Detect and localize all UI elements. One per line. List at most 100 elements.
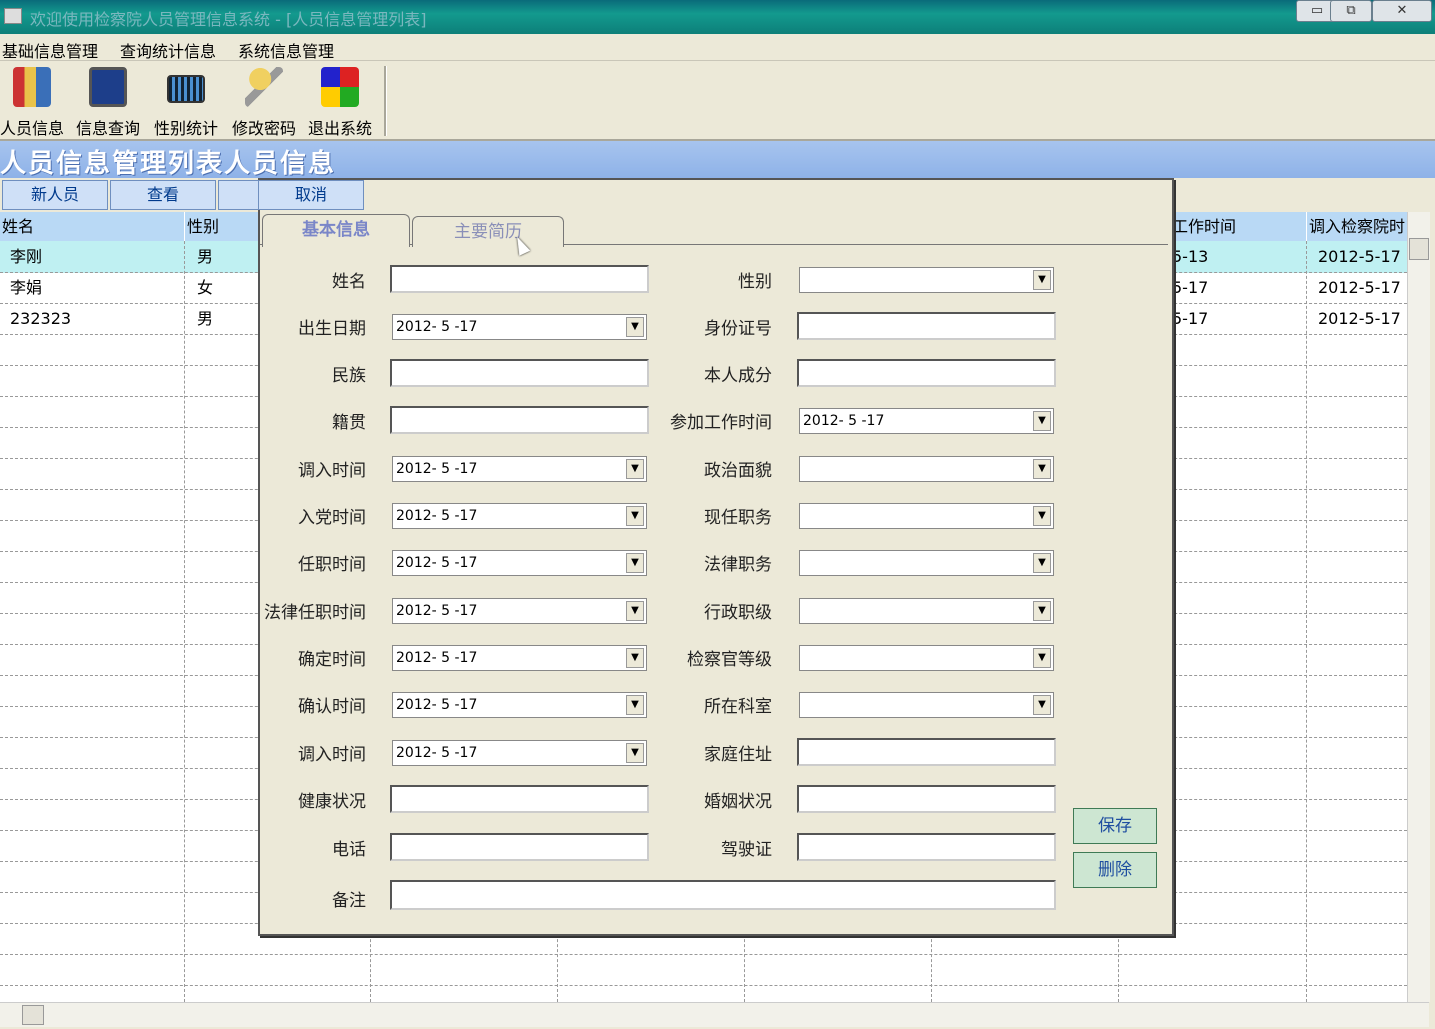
toolbar-people-info[interactable]: 人员信息 <box>0 61 68 139</box>
calculator-icon <box>167 75 205 103</box>
horizontal-scrollbar[interactable] <box>0 1002 1429 1027</box>
chevron-down-icon[interactable]: ▼ <box>626 743 644 763</box>
chevron-down-icon[interactable]: ▼ <box>1033 553 1051 573</box>
tab-basic-info[interactable]: 基本信息 <box>262 214 410 247</box>
toolbar-exit-system[interactable]: 退出系统 <box>302 61 376 139</box>
text-field[interactable] <box>390 265 649 293</box>
date-picker[interactable]: 2012- 5 -17 ▼ <box>799 408 1054 434</box>
dropdown-select[interactable]: ▼ <box>799 550 1054 576</box>
date-picker[interactable]: 2012- 5 -17 ▼ <box>392 740 647 766</box>
field-value: 2012- 5 -17 <box>396 555 478 571</box>
sql-query-icon <box>89 67 127 107</box>
column-header-work-time[interactable]: 工作时间 <box>1170 212 1307 241</box>
dropdown-select[interactable]: ▼ <box>799 598 1054 624</box>
cell-join-date: 2012-5-17 <box>1318 278 1401 297</box>
chevron-down-icon[interactable]: ▼ <box>1033 270 1051 290</box>
chevron-down-icon[interactable]: ▼ <box>626 459 644 479</box>
field-label: 家庭住址 <box>704 745 772 765</box>
text-field[interactable] <box>390 359 649 387</box>
field-label: 籍贯 <box>332 413 366 433</box>
text-field[interactable] <box>797 785 1056 813</box>
field-label: 参加工作时间 <box>670 413 772 433</box>
field-value: 2012- 5 -17 <box>396 697 478 713</box>
text-field[interactable] <box>797 312 1056 340</box>
cancel-button[interactable]: 取消 <box>258 180 364 210</box>
field-value: 2012- 5 -17 <box>396 461 478 477</box>
column-header-name[interactable]: 姓名 <box>0 212 185 241</box>
text-field[interactable] <box>797 359 1056 387</box>
text-field[interactable] <box>797 833 1056 861</box>
date-picker[interactable]: 2012- 5 -17 ▼ <box>392 645 647 671</box>
menu-query-stats[interactable]: 查询统计信息 <box>120 38 216 62</box>
remark-input[interactable] <box>390 880 1056 910</box>
chevron-down-icon[interactable]: ▼ <box>1033 411 1051 431</box>
toolbar-label: 退出系统 <box>307 119 372 138</box>
date-picker[interactable]: 2012- 5 -17 ▼ <box>392 598 647 624</box>
dropdown-select[interactable]: ▼ <box>799 456 1054 482</box>
app-icon[interactable] <box>4 8 22 24</box>
text-field[interactable] <box>797 738 1056 766</box>
cell-join-date: 2012-5-17 <box>1318 309 1401 328</box>
field-label: 法律任职时间 <box>264 603 366 623</box>
field-label: 任职时间 <box>298 555 366 575</box>
chevron-down-icon[interactable]: ▼ <box>1033 695 1051 715</box>
tab-panel-basic-info <box>260 244 1168 931</box>
dropdown-select[interactable]: ▼ <box>799 267 1054 293</box>
date-picker[interactable]: 2012- 5 -17 ▼ <box>392 550 647 576</box>
chevron-down-icon[interactable]: ▼ <box>1033 601 1051 621</box>
chevron-down-icon[interactable]: ▼ <box>626 506 644 526</box>
save-button[interactable]: 保存 <box>1073 808 1157 844</box>
field-label: 现任职务 <box>704 508 772 528</box>
field-label: 确定时间 <box>298 650 366 670</box>
empty-table-row <box>0 985 1407 1002</box>
toolbar-info-query[interactable]: 信息查询 <box>70 61 144 139</box>
chevron-down-icon[interactable]: ▼ <box>626 601 644 621</box>
cell-work-time: 5-17 <box>1172 278 1209 297</box>
chevron-down-icon[interactable]: ▼ <box>626 553 644 573</box>
date-picker[interactable]: 2012- 5 -17 ▼ <box>392 314 647 340</box>
close-button[interactable]: ✕ <box>1372 0 1432 22</box>
column-header-gender[interactable]: 性别 <box>185 212 258 241</box>
text-field[interactable] <box>390 833 649 861</box>
field-label: 驾驶证 <box>721 840 772 860</box>
chevron-down-icon[interactable]: ▼ <box>626 317 644 337</box>
toolbar-change-password[interactable]: 修改密码 <box>226 61 300 139</box>
dropdown-select[interactable]: ▼ <box>799 503 1054 529</box>
date-picker[interactable]: 2012- 5 -17 ▼ <box>392 456 647 482</box>
column-header-join-date[interactable]: 调入检察院时 <box>1307 212 1407 241</box>
field-label: 法律职务 <box>704 555 772 575</box>
tab-main-resume[interactable]: 主要简历 <box>412 216 564 247</box>
date-picker[interactable]: 2012- 5 -17 ▼ <box>392 503 647 529</box>
text-field[interactable] <box>390 785 649 813</box>
delete-button[interactable]: 删除 <box>1073 852 1157 888</box>
dropdown-select[interactable]: ▼ <box>799 692 1054 718</box>
chevron-down-icon[interactable]: ▼ <box>1033 459 1051 479</box>
field-label: 性别 <box>738 272 772 292</box>
restore-button[interactable]: ⧉ <box>1330 0 1372 22</box>
cell-name: 232323 <box>10 309 72 328</box>
vertical-scroll-thumb[interactable] <box>1409 238 1429 260</box>
people-icon <box>13 67 51 107</box>
text-field[interactable] <box>390 406 649 434</box>
chevron-down-icon[interactable]: ▼ <box>626 695 644 715</box>
chevron-down-icon[interactable]: ▼ <box>1033 506 1051 526</box>
vertical-scrollbar[interactable] <box>1407 212 1430 1002</box>
view-button[interactable]: 查看 <box>110 180 216 210</box>
grid-line <box>1306 241 1307 1002</box>
field-label: 电话 <box>332 840 366 860</box>
page-title: 人员信息管理列表人员信息 <box>0 149 337 179</box>
field-value: 2012- 5 -17 <box>396 319 478 335</box>
new-person-button[interactable]: 新人员 <box>2 180 108 210</box>
menu-basic-info[interactable]: 基础信息管理 <box>2 38 98 62</box>
edit-button[interactable] <box>218 180 260 210</box>
field-label: 行政职级 <box>704 603 772 623</box>
menu-system-info[interactable]: 系统信息管理 <box>238 38 334 62</box>
cell-gender: 男 <box>197 309 214 328</box>
toolbar-gender-stats[interactable]: 性别统计 <box>148 61 222 139</box>
field-value: 2012- 5 -17 <box>396 603 478 619</box>
chevron-down-icon[interactable]: ▼ <box>626 648 644 668</box>
dropdown-select[interactable]: ▼ <box>799 645 1054 671</box>
date-picker[interactable]: 2012- 5 -17 ▼ <box>392 692 647 718</box>
chevron-down-icon[interactable]: ▼ <box>1033 648 1051 668</box>
horizontal-scroll-thumb[interactable] <box>22 1005 44 1025</box>
